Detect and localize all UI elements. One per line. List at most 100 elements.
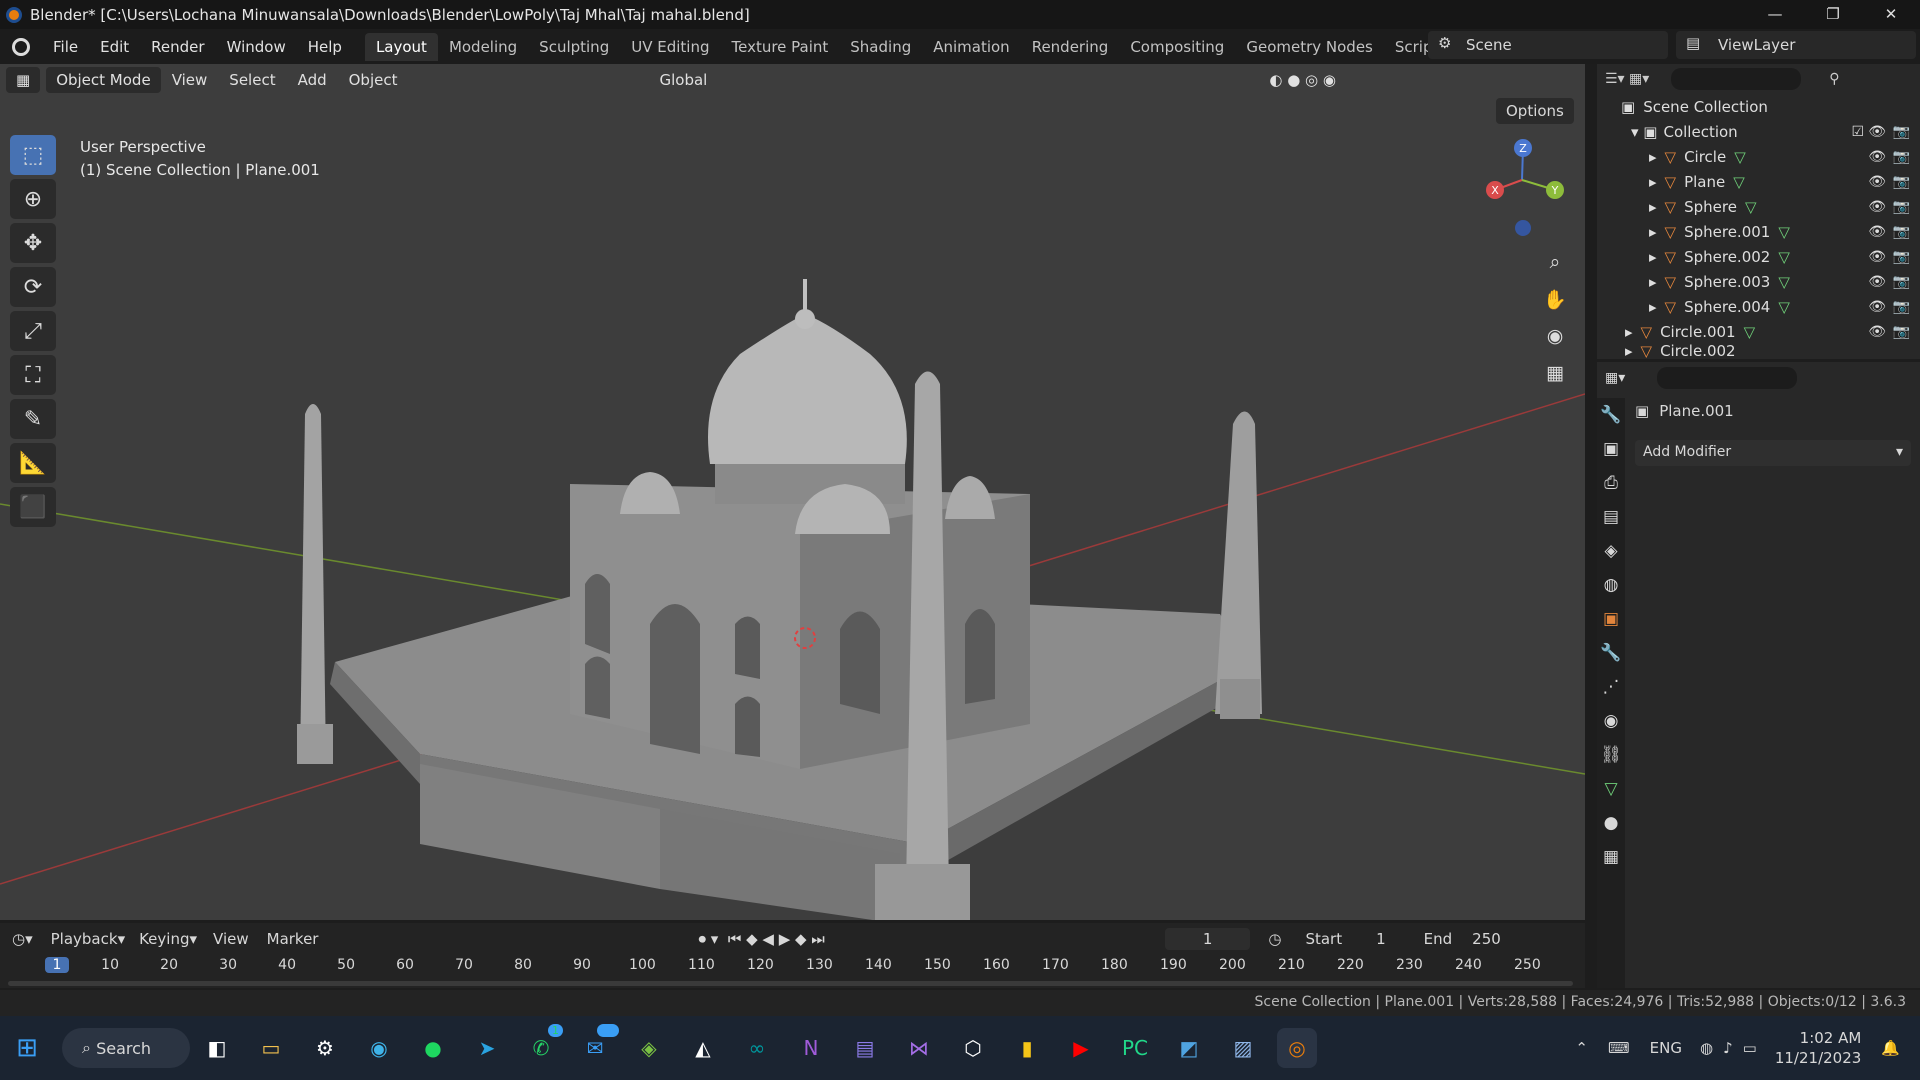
eye-icon[interactable]: 👁 xyxy=(1868,124,1886,140)
transform-orientation[interactable]: Global xyxy=(648,71,718,89)
camera-icon[interactable]: 📷 xyxy=(1893,274,1910,290)
image-viewer-icon[interactable]: ▨ xyxy=(1223,1028,1263,1068)
maps-icon[interactable]: ◈ xyxy=(629,1028,669,1068)
outliner-row-circle[interactable]: ▸ ▽ Circle ▽ 👁 📷 xyxy=(1597,144,1920,169)
tab-rendering[interactable]: Rendering xyxy=(1021,33,1120,61)
view-layer-tab-icon[interactable]: ▤ xyxy=(1597,500,1625,534)
collection-row[interactable]: ▾ ▣ Collection ☑ 👁 📷 xyxy=(1597,119,1920,144)
object-tab-icon[interactable]: ▣ xyxy=(1597,602,1625,636)
unity-icon[interactable]: ⬡ xyxy=(953,1028,993,1068)
render-tab-icon[interactable]: ▣ xyxy=(1597,432,1625,466)
spotify-icon[interactable]: ● xyxy=(413,1028,453,1068)
3d-viewport[interactable] xyxy=(0,64,1585,920)
end-field[interactable]: 250 xyxy=(1472,930,1501,948)
menu-timeline-view[interactable]: View xyxy=(213,930,249,948)
outliner-display-icon[interactable]: ☰▾ ▦▾ xyxy=(1605,71,1649,87)
volume-icon[interactable]: ♪ xyxy=(1723,1039,1733,1057)
minimize-button[interactable]: — xyxy=(1746,0,1804,29)
eye-icon[interactable]: 👁 xyxy=(1868,324,1886,340)
checkbox-icon[interactable]: ☑ xyxy=(1851,124,1864,140)
language-indicator[interactable]: ENG xyxy=(1650,1039,1682,1057)
tab-sculpting[interactable]: Sculpting xyxy=(528,33,620,61)
ortho-grid-icon[interactable]: ▦ xyxy=(1538,356,1572,390)
menu-render[interactable]: Render xyxy=(140,38,215,56)
blender-taskbar-icon[interactable]: ◎ xyxy=(1277,1028,1317,1068)
outliner-row-sphere-004[interactable]: ▸ ▽ Sphere.004 ▽ 👁 📷 xyxy=(1597,294,1920,319)
timeline-scrollbar[interactable] xyxy=(8,981,1573,986)
annotate-tool-icon[interactable]: ✎ xyxy=(10,399,56,439)
photos-icon[interactable]: ◩ xyxy=(1169,1028,1209,1068)
menu-edit[interactable]: Edit xyxy=(89,38,140,56)
shading-icons[interactable]: ◐ ● ◎ ◉ xyxy=(1258,71,1347,89)
tab-shading[interactable]: Shading xyxy=(839,33,922,61)
camera-icon[interactable]: 📷 xyxy=(1893,149,1910,165)
eye-icon[interactable]: 👁 xyxy=(1868,174,1886,190)
pan-hand-icon[interactable]: ✋ xyxy=(1538,282,1572,316)
camera-icon[interactable]: 📷 xyxy=(1893,224,1910,240)
camera-icon[interactable]: 📷 xyxy=(1893,199,1910,215)
outliner-row-sphere-002[interactable]: ▸ ▽ Sphere.002 ▽ 👁 📷 xyxy=(1597,244,1920,269)
select-box-tool-icon[interactable]: ⬚ xyxy=(10,135,56,175)
tool-tab-icon[interactable]: 🔧 xyxy=(1597,398,1625,432)
tab-uv-editing[interactable]: UV Editing xyxy=(620,33,720,61)
battery-icon[interactable]: ▭ xyxy=(1743,1039,1757,1057)
options-button[interactable]: Options xyxy=(1496,98,1574,124)
menu-window[interactable]: Window xyxy=(216,38,297,56)
transform-tool-icon[interactable]: ⛶ xyxy=(10,355,56,395)
tab-compositing[interactable]: Compositing xyxy=(1119,33,1235,61)
scale-tool-icon[interactable]: ⤢ xyxy=(10,311,56,351)
modifier-tab-icon[interactable]: 🔧 xyxy=(1597,636,1625,670)
properties-editor-type-icon[interactable]: ▦▾ xyxy=(1605,370,1625,386)
particles-tab-icon[interactable]: ⋰ xyxy=(1597,670,1625,704)
outliner-row-sphere-001[interactable]: ▸ ▽ Sphere.001 ▽ 👁 📷 xyxy=(1597,219,1920,244)
tab-modeling[interactable]: Modeling xyxy=(438,33,528,61)
navigation-gizmo[interactable]: Z X Y xyxy=(1480,135,1565,245)
camera-icon[interactable]: 📷 xyxy=(1893,249,1910,265)
rotate-tool-icon[interactable]: ⟳ xyxy=(10,267,56,307)
widgets-icon[interactable]: ◧ xyxy=(197,1028,237,1068)
scene-tab-icon[interactable]: ◈ xyxy=(1597,534,1625,568)
edge-icon[interactable]: ◉ xyxy=(359,1028,399,1068)
youtube-icon[interactable]: ▶ xyxy=(1061,1028,1101,1068)
outliner-search-input[interactable] xyxy=(1671,68,1802,90)
menu-marker[interactable]: Marker xyxy=(267,930,319,948)
file-app-icon[interactable]: ▮ xyxy=(1007,1028,1047,1068)
properties-search-input[interactable] xyxy=(1657,367,1798,389)
eye-icon[interactable]: 👁 xyxy=(1868,249,1886,265)
visual-studio-icon[interactable]: ⋈ xyxy=(899,1028,939,1068)
menu-file[interactable]: File xyxy=(42,38,89,56)
physics-tab-icon[interactable]: ◉ xyxy=(1597,704,1625,738)
mode-selector[interactable]: Object Mode xyxy=(46,67,161,93)
constraints-tab-icon[interactable]: ⛓ xyxy=(1597,738,1625,772)
windows-start-icon[interactable]: ⊞ xyxy=(7,1028,47,1068)
texture-tab-icon[interactable]: ▦ xyxy=(1597,840,1625,874)
blender-menu-icon[interactable] xyxy=(12,37,30,56)
camera-icon[interactable]: 📷 xyxy=(1893,324,1910,340)
add-modifier-dropdown[interactable]: Add Modifier ▾ xyxy=(1635,440,1911,466)
eye-icon[interactable]: 👁 xyxy=(1868,299,1886,315)
telegram-icon[interactable]: ➤ xyxy=(467,1028,507,1068)
eye-icon[interactable]: 👁 xyxy=(1868,199,1886,215)
camera-icon[interactable]: 📷 xyxy=(1893,299,1910,315)
move-tool-icon[interactable]: ✥ xyxy=(10,223,56,263)
menu-object[interactable]: Object xyxy=(338,71,409,89)
chevron-up-icon[interactable]: ⌃ xyxy=(1575,1039,1588,1057)
eye-icon[interactable]: 👁 xyxy=(1868,149,1886,165)
file-explorer-icon[interactable]: ▭ xyxy=(251,1028,291,1068)
pycharm-icon[interactable]: PC xyxy=(1115,1028,1155,1068)
keyboard-icon[interactable]: ⌨ xyxy=(1608,1039,1630,1057)
camera-icon[interactable]: 📷 xyxy=(1893,174,1910,190)
viewlayer-selector[interactable]: ▤ ViewLayer xyxy=(1676,31,1916,59)
whatsapp-icon[interactable]: ✆ 1 xyxy=(521,1024,563,1068)
material-tab-icon[interactable]: ● xyxy=(1597,806,1625,840)
restore-button[interactable]: ❐ xyxy=(1804,0,1862,29)
current-frame-field[interactable]: 1 xyxy=(1164,928,1251,950)
settings-icon[interactable]: ⚙ xyxy=(305,1028,345,1068)
menu-view[interactable]: View xyxy=(161,71,219,89)
frame-ruler[interactable]: 1 10 20 30 40 50 60 70 80 90 100 110 120 130 140 150 160… xyxy=(0,955,1585,979)
playback-controls[interactable]: ⏺ ▾ ⏮ ◆ ◀ ▶ ◆ ⏭ xyxy=(698,930,824,948)
clipchamp-icon[interactable]: ▤ xyxy=(845,1028,885,1068)
notification-bell-icon[interactable]: 🔔 xyxy=(1881,1039,1900,1057)
eye-icon[interactable]: 👁 xyxy=(1868,274,1886,290)
measure-tool-icon[interactable]: 📐 xyxy=(10,443,56,483)
